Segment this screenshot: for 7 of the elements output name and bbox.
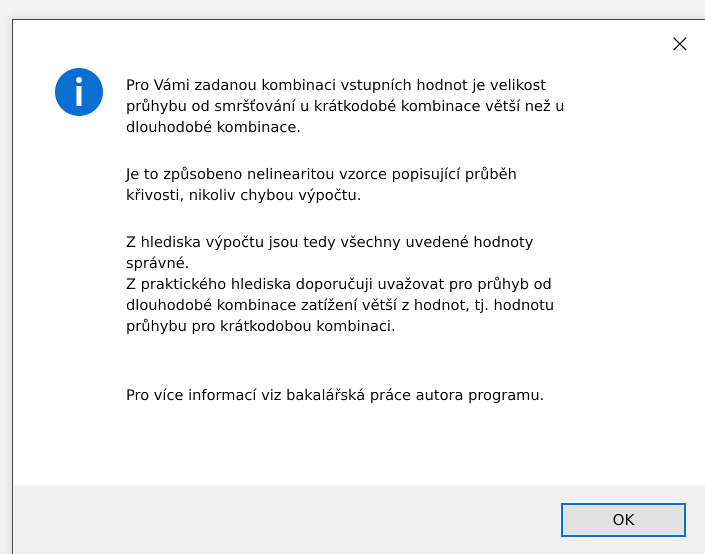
message-text: Pro více informací viz bakalářská práce autora programu. <box>126 386 546 406</box>
info-icon <box>54 67 104 117</box>
message-text: Z hlediska výpočtu jsou tedy všechny uvedené hodnoty správné. Z praktického hlediska doporučuji uvažovat pro průhyb od dlouhodobé kombinace zatížení větší z hodnot, tj. hodnotu průhybu pro krátkodobou kombinaci. <box>126 233 556 337</box>
message-text: Je to způsobeno nelinearitou vzorce popisující průběh křivosti, nikoliv chybou výpočtu. <box>126 165 518 206</box>
message-text: Pro Vámi zadanou kombinaci vstupních hodnot je velikost průhybu od smršťování u krátkodobé kombinace větší než u dlouhodobé kombinace. <box>126 76 565 138</box>
ok-button[interactable]: OK <box>561 503 686 537</box>
close-button[interactable]: × <box>669 30 691 56</box>
